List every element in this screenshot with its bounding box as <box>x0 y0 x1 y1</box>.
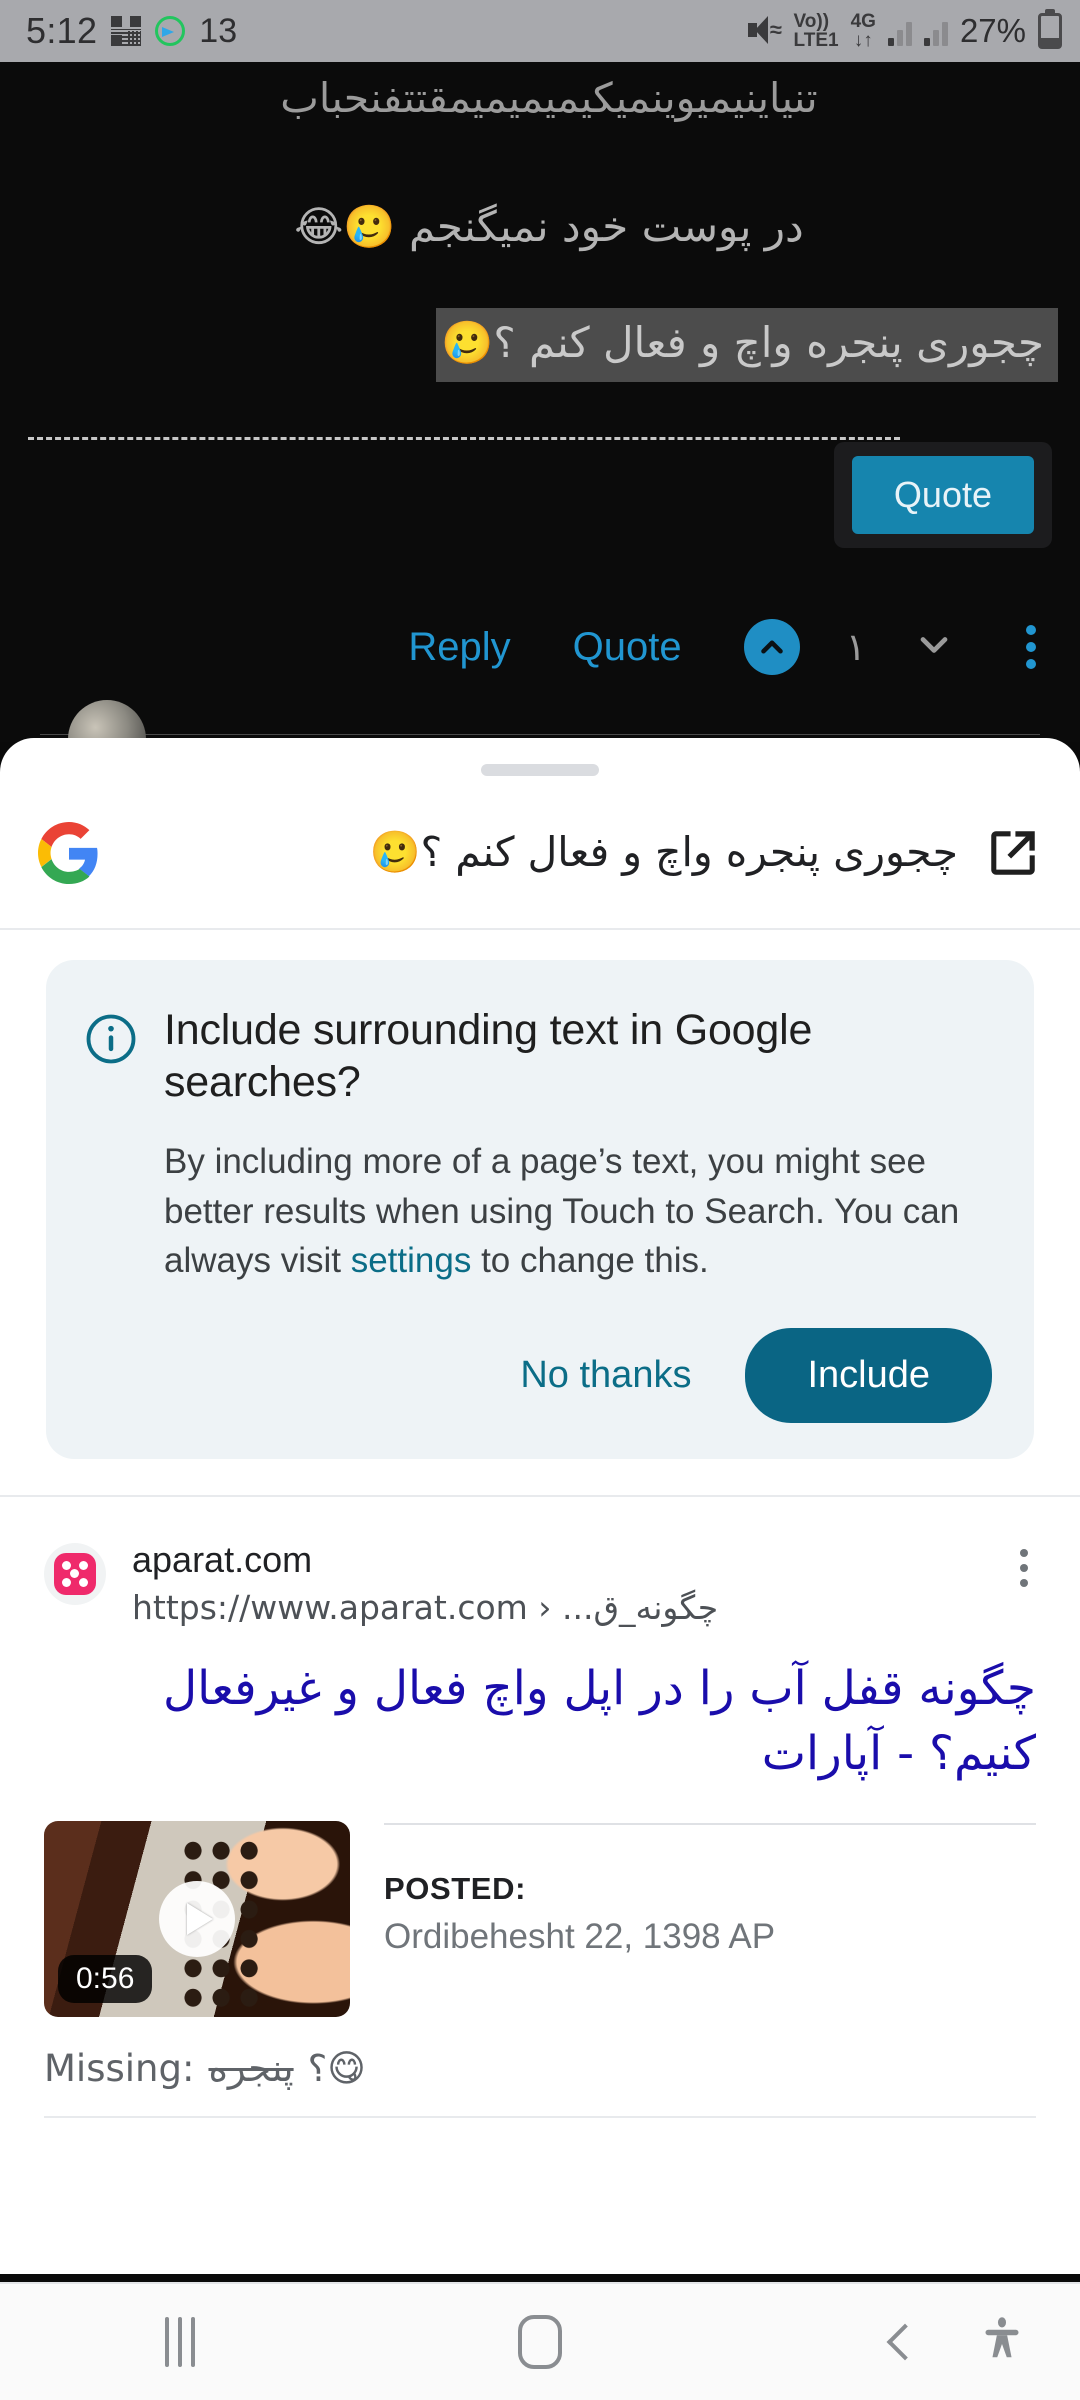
card-actions: No thanks Include <box>164 1327 992 1423</box>
signal-bars-icon <box>887 16 912 46</box>
dashed-divider <box>28 437 1080 440</box>
data-arrows: ↓↑ <box>853 30 873 51</box>
selected-text-highlight[interactable]: چجوری پنجره واچ و فعال کنم ؟🥲 <box>436 308 1058 382</box>
settings-link[interactable]: settings <box>351 1241 472 1280</box>
quote-button[interactable]: Quote <box>573 625 682 670</box>
volte-bottom: LTE1 <box>793 30 839 51</box>
home-icon[interactable] <box>360 2315 720 2369</box>
card-body: Include surrounding text in Google searc… <box>164 1004 992 1423</box>
status-bar-left: 5:12 13 <box>26 10 748 52</box>
forum-text-line-2: در پوست خود نمیگنجم 🥲😂 <box>294 202 804 251</box>
forum-text-line-1: تنیاینیمیوینمیکیمیمیمیمقتتفنحباب <box>280 74 818 122</box>
result-header: aparat.com https://www.aparat.com › ...چ… <box>44 1537 1036 1627</box>
card-description: By including more of a page’s text, you … <box>164 1137 992 1286</box>
clock: 5:12 <box>26 10 98 51</box>
result-domain: aparat.com <box>132 1538 313 1580</box>
forum-page-background: تنیاینیمیوینمیکیمیمیمیمقتتفنحباب در پوست… <box>0 62 1080 742</box>
info-icon <box>84 1012 138 1066</box>
panel-drag-handle[interactable] <box>481 764 599 776</box>
side-divider <box>384 1822 1036 1825</box>
result-bottom-divider <box>44 2115 1036 2118</box>
green-circle-arrow-icon <box>155 16 186 46</box>
missing-extra: ؟😋 <box>307 2046 366 2090</box>
result-meta[interactable]: aparat.com https://www.aparat.com › ...چ… <box>106 1537 1012 1627</box>
posted-date: Ordibehesht 22, 1398 AP <box>384 1916 776 1956</box>
vote-count: ۱ <box>845 626 866 669</box>
missing-label: Missing: <box>44 2046 195 2090</box>
card-title: Include surrounding text in Google searc… <box>164 1006 813 1107</box>
video-duration-badge: 0:56 <box>58 1954 153 2003</box>
video-thumbnail[interactable]: 0:56 <box>44 1820 350 2017</box>
include-surrounding-text-card: Include surrounding text in Google searc… <box>46 960 1034 1459</box>
chevron-down-icon <box>920 636 948 653</box>
quote-popup: Quote <box>833 442 1052 548</box>
search-query-text: چجوری پنجره واچ و فعال کنم ؟🥲 <box>369 828 958 877</box>
open-in-new-icon[interactable] <box>984 824 1042 882</box>
downvote-button[interactable] <box>912 623 956 672</box>
include-button[interactable]: Include <box>745 1327 992 1423</box>
play-button-icon[interactable] <box>159 1880 235 1957</box>
search-result: aparat.com https://www.aparat.com › ...چ… <box>0 1497 1080 2118</box>
post-overflow-menu[interactable] <box>1026 625 1036 669</box>
result-url: https://www.aparat.com › ...چگونه_ق <box>132 1587 719 1627</box>
missing-term[interactable]: پنجره <box>208 2047 293 2090</box>
upvote-button[interactable] <box>743 619 800 675</box>
signal-bars-2-icon <box>923 16 948 46</box>
network-type: 4G <box>850 10 876 32</box>
panel-header: چجوری پنجره واچ و فعال کنم ؟🥲 <box>0 776 1080 916</box>
phone-screen: 5:12 13 ≈ Vo)) LTE1 4G ↓↑ 27% تنیاینیمیو… <box>0 0 1080 2400</box>
post-divider <box>40 734 1040 735</box>
touch-to-search-panel: چجوری پنجره واچ و فعال کنم ؟🥲 Include su… <box>0 738 1080 2274</box>
4g-data-icon: 4G ↓↑ <box>850 10 876 51</box>
volte-top: Vo)) <box>793 10 830 32</box>
battery-percent: 27% <box>959 12 1026 49</box>
result-title-link[interactable]: چگونه قفل آب را در اپل واچ فعال و غیرفعا… <box>44 1657 1036 1787</box>
status-bar-right: ≈ Vo)) LTE1 4G ↓↑ 27% <box>747 10 1062 51</box>
status-bar: 5:12 13 ≈ Vo)) LTE1 4G ↓↑ 27% <box>0 0 1080 62</box>
result-body: 0:56 POSTED: Ordibehesht 22, 1398 AP <box>44 1820 1036 2017</box>
qr-scanner-icon <box>111 16 142 46</box>
aparat-favicon <box>44 1542 106 1605</box>
system-navigation-bar <box>0 2282 1080 2400</box>
notification-count: 13 <box>199 11 238 50</box>
google-g-logo <box>38 822 100 884</box>
volte-icon: Vo)) LTE1 <box>793 10 839 51</box>
panel-header-divider <box>0 928 1080 930</box>
no-thanks-button[interactable]: No thanks <box>496 1336 715 1415</box>
recents-icon[interactable] <box>0 2317 360 2367</box>
card-description-part2: to change this. <box>471 1241 709 1281</box>
quote-popup-button[interactable]: Quote <box>851 456 1034 534</box>
reply-button[interactable]: Reply <box>408 625 510 670</box>
accessibility-icon[interactable] <box>980 2315 1024 2370</box>
mute-icon: ≈ <box>747 16 782 46</box>
chevron-up-icon <box>760 640 783 654</box>
battery-icon <box>1038 13 1062 49</box>
post-action-row: Reply Quote ۱ <box>0 602 1080 692</box>
missing-terms: Missing: پنجره ؟😋 <box>44 2047 1036 2090</box>
more-options-icon[interactable] <box>1012 1537 1036 1599</box>
back-icon[interactable] <box>720 2323 1080 2361</box>
posted-label: POSTED: <box>384 1870 526 1906</box>
result-side-info: POSTED: Ordibehesht 22, 1398 AP <box>384 1821 1036 1957</box>
